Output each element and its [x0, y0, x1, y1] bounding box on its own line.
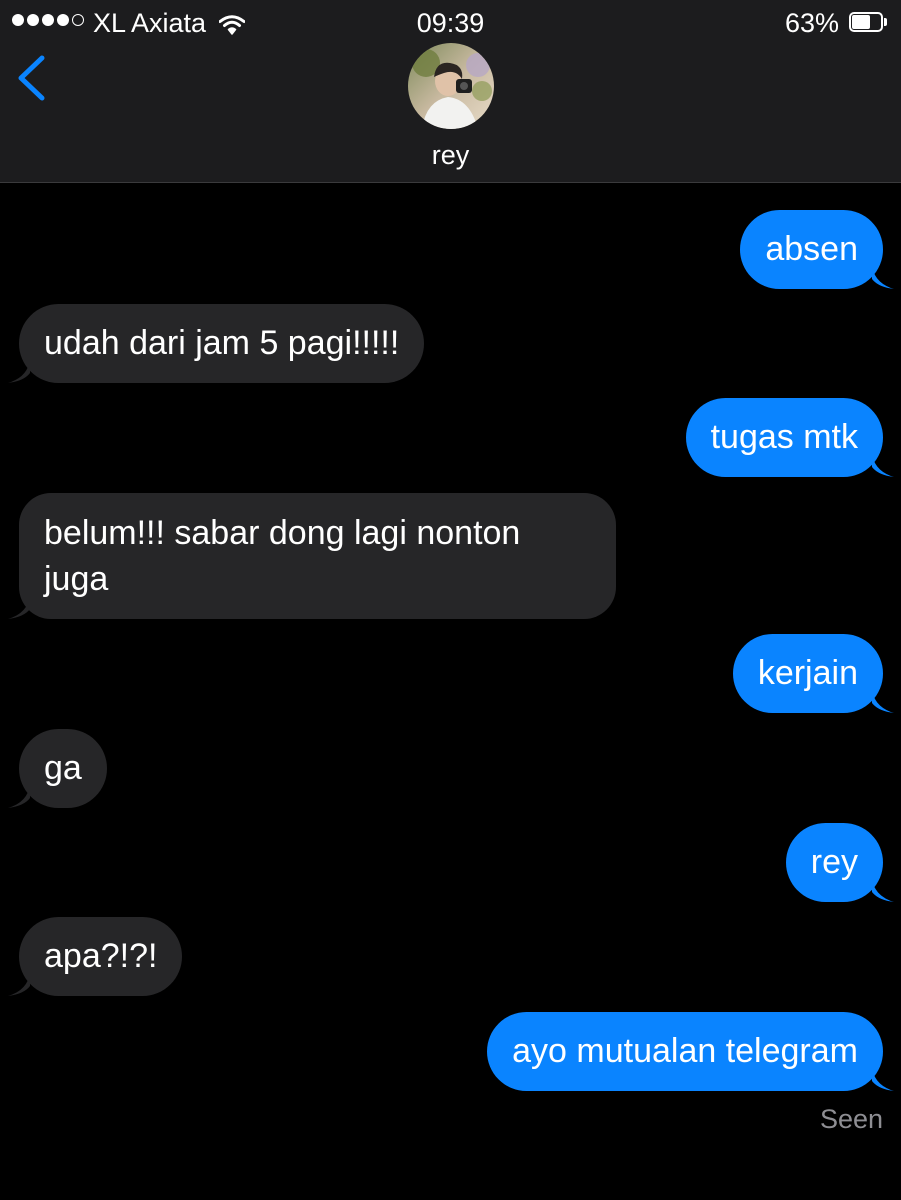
received-message[interactable]: belum!!! sabar dong lagi nonton juga — [8, 493, 616, 619]
received-message[interactable]: apa?!?! — [8, 917, 183, 996]
message-text: belum!!! sabar dong lagi nonton juga — [44, 514, 521, 598]
message-text: ga — [44, 749, 82, 787]
sent-message[interactable]: absen — [740, 210, 894, 289]
chevron-left-icon — [18, 55, 45, 101]
message-text: absen — [765, 230, 858, 268]
sent-message[interactable]: tugas mtk — [685, 398, 894, 477]
received-message[interactable]: udah dari jam 5 pagi!!!!! — [8, 304, 425, 383]
read-receipt: Seen — [819, 1104, 883, 1134]
message-text: ayo mutualan telegram — [512, 1032, 858, 1070]
sent-message[interactable]: ayo mutualan telegram — [487, 1012, 894, 1091]
contact-name[interactable]: rey — [0, 140, 901, 171]
contact-avatar[interactable] — [408, 43, 494, 129]
conversation-header: XL Axiata 09:39 63% rey — [0, 0, 901, 183]
received-message[interactable]: ga — [8, 729, 107, 808]
avatar-photo — [408, 43, 494, 129]
battery-percentage: 63% — [784, 8, 839, 38]
back-button[interactable] — [12, 50, 56, 106]
sent-message[interactable]: kerjain — [732, 634, 894, 713]
status-time: 09:39 — [416, 8, 485, 38]
status-bar: XL Axiata 09:39 63% — [0, 0, 901, 48]
message-text: udah dari jam 5 pagi!!!!! — [44, 324, 400, 362]
message-text: rey — [810, 843, 858, 881]
battery-icon — [849, 12, 889, 32]
message-text: tugas mtk — [710, 418, 858, 456]
message-text: apa?!?! — [44, 937, 158, 975]
sent-message[interactable]: rey — [785, 823, 894, 902]
message-text: kerjain — [757, 654, 858, 692]
